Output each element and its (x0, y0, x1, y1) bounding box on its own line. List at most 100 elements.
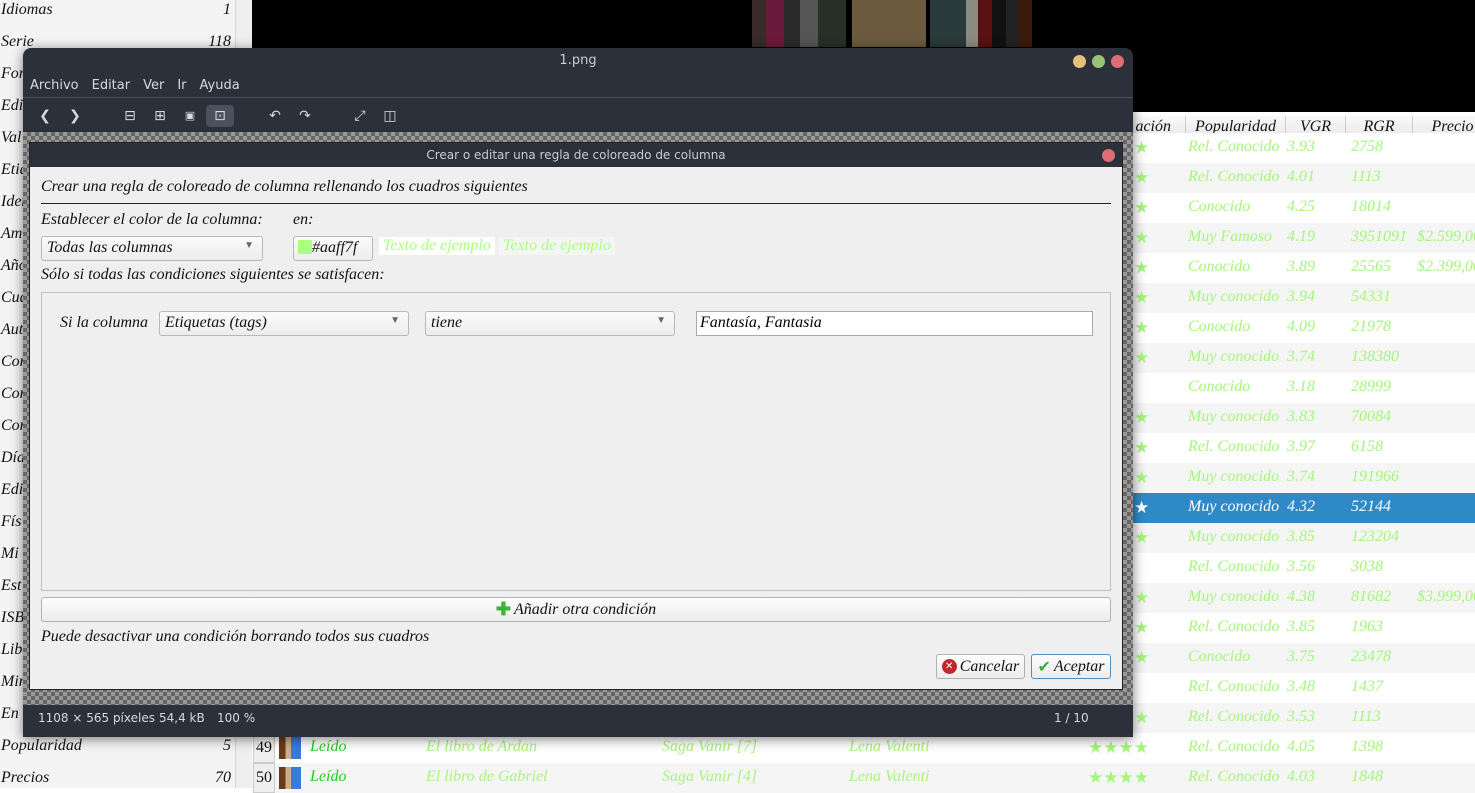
vgr: 3.75 (1287, 648, 1315, 665)
vgr: 4.25 (1287, 198, 1315, 215)
add-condition-label: Añadir otra condición (513, 600, 657, 618)
cancel-label: Cancelar (959, 657, 1020, 675)
book-icon (279, 737, 301, 759)
book-title: El libro de Gabriel (426, 768, 548, 785)
vgr: 3.56 (1287, 558, 1315, 575)
rgr: 3038 (1351, 558, 1383, 575)
price: $2.399,00 (1417, 258, 1475, 275)
vgr: 3.74 (1287, 468, 1315, 485)
dialog-heading: Crear una regla de coloreado de columna … (41, 178, 528, 195)
rgr: 3951091 (1351, 228, 1407, 245)
rgr: 191966 (1351, 468, 1399, 485)
fullscreen-icon[interactable]: ⤢ (346, 105, 374, 127)
rgr: 21978 (1351, 318, 1391, 335)
book-icon (279, 767, 301, 789)
set-color-label: Establecer el color de la columna: (41, 211, 263, 228)
vgr: 4.09 (1287, 318, 1315, 335)
read-status: Leído (310, 768, 347, 785)
tag-category-label: Popularidad (1, 737, 82, 754)
book-author: Lena Valenti (849, 738, 930, 755)
tag-category-count: 70 (215, 769, 231, 786)
book-title: El libro de Ardan (426, 738, 537, 755)
slideshow-icon[interactable]: ◫ (376, 105, 404, 127)
popularity: Rel. Conocido (1188, 168, 1280, 185)
tag-category-label: Aut (1, 321, 24, 338)
tag-category-count: 5 (223, 737, 231, 754)
table-row[interactable]: 50 Leído El libro de Gabriel Saga Vanir [4]… (252, 763, 1475, 793)
zoom-fit-icon[interactable]: ⊡ (206, 105, 234, 127)
tag-category[interactable]: Idiomas 1 (1, 0, 231, 24)
condition-operator-select[interactable]: tiene ▼ (425, 311, 675, 336)
popularity: Rel. Conocido (1188, 738, 1280, 755)
menu-ir[interactable]: Ir (177, 78, 186, 93)
minimize-button[interactable] (1073, 55, 1086, 68)
popularity: Muy conocido (1188, 348, 1280, 365)
menu-editar[interactable]: Editar (92, 78, 131, 93)
popularity: Muy Famoso (1188, 228, 1272, 245)
vgr: 3.89 (1287, 258, 1315, 275)
rotate-right-icon[interactable]: ↷ (291, 105, 319, 127)
vgr: 3.94 (1287, 288, 1315, 305)
vgr: 3.85 (1287, 528, 1315, 545)
dialog-close-button[interactable] (1102, 149, 1115, 162)
rating-stars: ★ (1134, 618, 1150, 637)
popularity: Muy conocido (1188, 588, 1280, 605)
accept-label: Aceptar (1053, 657, 1105, 675)
color-rule-dialog: Crear o editar una regla de coloreado de… (29, 142, 1123, 690)
rgr: 1963 (1351, 618, 1383, 635)
menu-ayuda[interactable]: Ayuda (200, 78, 240, 93)
tag-category-label: Val (1, 129, 22, 146)
zoom-out-icon[interactable]: ⊟ (116, 105, 144, 127)
rgr: 1113 (1351, 168, 1381, 185)
menu-archivo[interactable]: Archivo (30, 78, 79, 93)
rating-stars: ★ (1134, 468, 1150, 487)
condition-column-value: Etiquetas (tags) (165, 314, 267, 331)
rating-stars: ★ (1134, 348, 1150, 367)
tag-category-label: For (1, 65, 25, 82)
rgr: 2758 (1351, 138, 1383, 155)
vgr: 4.32 (1287, 498, 1315, 515)
plus-icon: ✚ (495, 599, 511, 619)
hint-text: Puede desactivar una condición borrando … (41, 628, 430, 645)
conditions-label: Sólo si todas las condiciones siguientes… (41, 266, 385, 283)
color-picker-button[interactable]: #aaff7f (293, 236, 373, 261)
book-series: Saga Vanir [7] (662, 738, 758, 755)
zoom-original-icon[interactable]: ▣ (176, 105, 204, 127)
rating-stars: ★ (1134, 438, 1150, 457)
menu-ver[interactable]: Ver (143, 78, 164, 93)
rating-stars: ★ (1134, 258, 1150, 277)
maximize-button[interactable] (1092, 55, 1105, 68)
rotate-left-icon[interactable]: ↶ (261, 105, 289, 127)
rgr: 54331 (1351, 288, 1391, 305)
table-row[interactable]: 49 Leído El libro de Ardan Saga Vanir [7] Le… (252, 733, 1475, 763)
color-value: #aaff7f (312, 239, 358, 256)
zoom-in-icon[interactable]: ⊞ (146, 105, 174, 127)
popularity: Rel. Conocido (1188, 618, 1280, 635)
add-condition-button[interactable]: ✚ Añadir otra condición (41, 597, 1111, 622)
vgr: 3.74 (1287, 348, 1315, 365)
viewer-title: 1.png (559, 53, 597, 68)
price: $2.599,00 (1417, 228, 1475, 245)
rgr: 1113 (1351, 708, 1381, 725)
accept-button[interactable]: ✔ Aceptar (1031, 654, 1111, 679)
viewer-toolbar: ❮ ❯ ⊟ ⊞ ▣ ⊡ ↶ ↷ ⤢ ◫ (23, 97, 1133, 131)
cancel-button[interactable]: ✕ Cancelar (936, 654, 1025, 679)
vgr: 3.93 (1287, 138, 1315, 155)
previous-icon[interactable]: ❮ (31, 105, 59, 127)
popularity: Muy conocido (1188, 408, 1280, 425)
rating-stars: ★ (1134, 318, 1150, 337)
sample-text-alt: Texto de ejemplo (499, 237, 615, 255)
condition-value-input[interactable]: Fantasía, Fantasia (696, 311, 1093, 336)
condition-column-select[interactable]: Etiquetas (tags) ▼ (159, 311, 409, 336)
next-icon[interactable]: ❯ (61, 105, 89, 127)
condition-operator-value: tiene (431, 314, 463, 331)
book-covers[interactable] (752, 0, 1032, 47)
tag-category-label: Lib (1, 641, 23, 658)
popularity: Rel. Conocido (1188, 558, 1280, 575)
rating-stars: ★ (1134, 528, 1150, 547)
close-button[interactable] (1111, 55, 1124, 68)
rgr: 52144 (1351, 498, 1391, 515)
column-select[interactable]: Todas las columnas ▼ (41, 236, 263, 261)
rating-stars: ★ (1134, 498, 1150, 517)
popularity: Conocido (1188, 198, 1251, 215)
